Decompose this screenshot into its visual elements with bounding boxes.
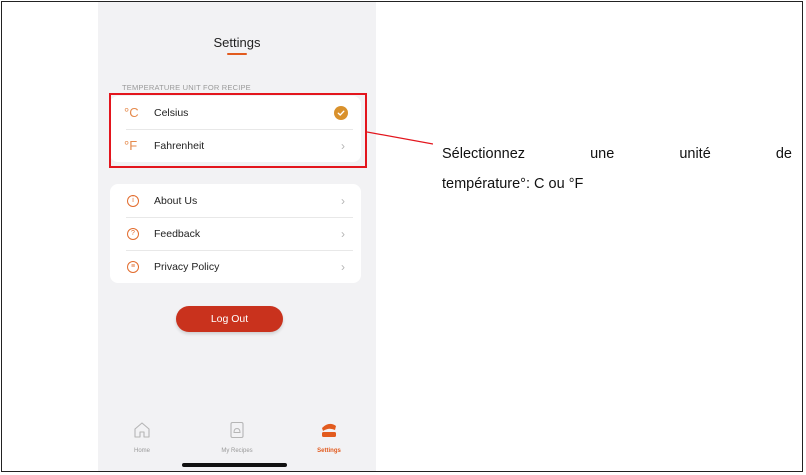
recipe-book-icon bbox=[230, 421, 244, 439]
phone-screen: Settings TEMPERATURE UNIT FOR RECIPE °C … bbox=[98, 2, 376, 471]
annotation-line-2: température°: C ou °F bbox=[442, 176, 584, 192]
temperature-highlight-box bbox=[109, 93, 367, 168]
annotation-word: Sélectionnez bbox=[442, 146, 526, 162]
temperature-section-label: TEMPERATURE UNIT FOR RECIPE bbox=[122, 83, 251, 92]
document-icon: ≡ bbox=[110, 260, 154, 273]
home-icon bbox=[134, 422, 150, 438]
menu-item-privacy-policy[interactable]: ≡ Privacy Policy › bbox=[110, 250, 361, 283]
annotation-text: Sélectionnez une unité de température°: … bbox=[442, 139, 792, 199]
menu-item-feedback[interactable]: ? Feedback › bbox=[110, 217, 361, 250]
chevron-right-icon: › bbox=[341, 259, 345, 274]
tab-settings[interactable]: Settings bbox=[294, 420, 364, 454]
callout-line bbox=[367, 131, 433, 145]
title-underline bbox=[227, 53, 247, 55]
menu-item-label: Privacy Policy bbox=[154, 260, 220, 273]
tab-my-recipes[interactable]: My Recipes bbox=[202, 420, 272, 454]
annotation-word: unité bbox=[679, 146, 711, 162]
menu-item-label: Feedback bbox=[154, 227, 201, 240]
menu-item-about-us[interactable]: i About Us › bbox=[110, 184, 361, 217]
tab-label: Settings bbox=[317, 448, 341, 454]
tab-home[interactable]: Home bbox=[107, 420, 177, 454]
annotation-word: de bbox=[775, 146, 792, 162]
menu-card: i About Us › ? Feedback › ≡ Privacy Poli… bbox=[110, 184, 361, 283]
chevron-right-icon: › bbox=[341, 193, 345, 208]
tab-label: My Recipes bbox=[221, 448, 253, 454]
chevron-right-icon: › bbox=[341, 226, 345, 241]
info-icon: i bbox=[110, 194, 154, 207]
annotation-word: une bbox=[590, 146, 615, 162]
tab-label: Home bbox=[133, 448, 150, 454]
home-indicator bbox=[182, 463, 287, 467]
page-title: Settings bbox=[213, 35, 261, 50]
annotation-line-1: Sélectionnez une unité de bbox=[442, 139, 792, 169]
question-icon: ? bbox=[110, 227, 154, 240]
menu-item-label: About Us bbox=[154, 194, 198, 207]
logout-button[interactable]: Log Out bbox=[176, 306, 283, 332]
settings-pot-icon bbox=[322, 423, 336, 437]
